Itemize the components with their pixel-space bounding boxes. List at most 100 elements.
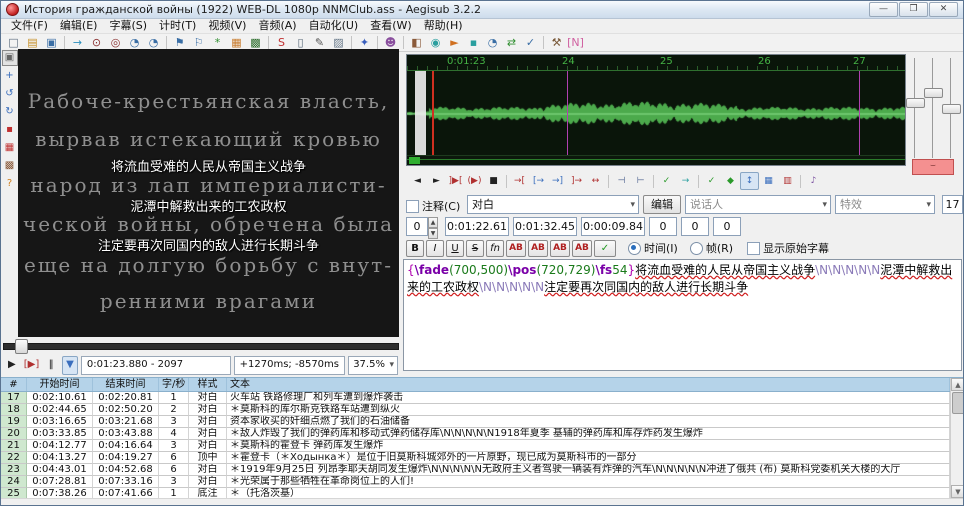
standard-mode-icon[interactable]: ▣ — [2, 50, 18, 66]
audio-display[interactable]: 0:01:2324252627 — [406, 54, 906, 166]
subtitle-text: 火车站 铁路修理厂和列车遭到爆炸袭击 — [227, 392, 950, 404]
scale-mode-icon[interactable]: ▪ — [2, 122, 18, 138]
table-row[interactable]: 180:02:44.650:02:50.202对白＊莫斯科的库尔斯克铁路车站遭到… — [1, 404, 950, 416]
scroll-up-arrow[interactable]: ▲ — [951, 378, 964, 391]
video-seek-handle[interactable] — [15, 339, 28, 354]
pause-button[interactable]: ‖ — [43, 356, 59, 375]
shift-end-fwd-icon[interactable]: ]→ — [567, 172, 586, 190]
comment-checkbox[interactable]: 注释(C) — [406, 198, 460, 214]
end-time-field[interactable]: 0:01:32.45 — [513, 217, 577, 236]
table-row[interactable]: 240:07:28.810:07:33.163对白＊光荣属于那些牺牲在革命岗位上… — [1, 476, 950, 488]
menu-e[interactable]: 编辑(E) — [54, 19, 104, 33]
rotate-z-icon[interactable]: ↺ — [2, 86, 18, 102]
grid-scrollbar[interactable]: ▲ ▼ — [950, 378, 964, 498]
close-button[interactable]: ✕ — [929, 2, 958, 17]
stop-icon[interactable]: ■ — [484, 172, 503, 190]
play-line-button[interactable]: [▶] — [23, 356, 41, 375]
go-to-selection-icon[interactable]: → — [676, 172, 695, 190]
table-row[interactable]: 230:04:43.010:04:52.686对白＊1919年9月25日 列昂季… — [1, 464, 950, 476]
subtitle-text-editor[interactable]: {\fade(700,500)\pos(720,729)\fs54}将流血受难的… — [403, 259, 962, 371]
selection-start-marker[interactable] — [432, 71, 434, 156]
margin-vertical-field[interactable]: 0 — [713, 217, 741, 236]
bold-button[interactable]: B — [406, 240, 424, 257]
commit-icon[interactable]: ✓ — [657, 172, 676, 190]
audio-waveform[interactable] — [407, 71, 905, 156]
menu-s[interactable]: 字幕(S) — [103, 19, 153, 33]
play-before-icon[interactable]: ◄ — [408, 172, 427, 190]
table-row[interactable]: 210:04:12.770:04:16.643对白＊莫斯科的霍登卡 弹药库发生爆… — [1, 440, 950, 452]
menu-a[interactable]: 音频(A) — [252, 19, 302, 33]
scroll-down-arrow[interactable]: ▼ — [951, 485, 964, 498]
auto-scroll-icon[interactable]: ↕ — [740, 172, 759, 190]
scroll-thumb[interactable] — [952, 392, 964, 414]
effect-select[interactable]: 特效 — [835, 195, 935, 214]
vector-clip-icon[interactable]: ▩ — [2, 158, 18, 174]
snap-to-scene-icon[interactable]: ↔ — [586, 172, 605, 190]
play-line-icon[interactable]: (▶) — [465, 172, 484, 190]
menu-w[interactable]: 查看(W) — [364, 19, 417, 33]
menu-t[interactable]: 计时(T) — [153, 19, 202, 33]
italic-button[interactable]: I — [426, 240, 444, 257]
commit-button[interactable]: ✓ — [594, 240, 616, 257]
video-controls: ▶ [▶] ‖ ▼ 0:01:23.880 - 2097 +1270ms; -8… — [1, 353, 401, 377]
minimize-button[interactable]: — — [869, 2, 898, 17]
auto-commit-icon[interactable]: ✓ — [702, 172, 721, 190]
lead-in-icon[interactable]: ⊣ — [612, 172, 631, 190]
vertical-zoom-slider[interactable] — [924, 88, 943, 98]
style-select[interactable]: 对白 — [467, 195, 639, 214]
start-time-field[interactable]: 0:01:22.61 — [445, 217, 509, 236]
shift-start-fwd-icon[interactable]: [→ — [529, 172, 548, 190]
rotate-xy-icon[interactable]: ↻ — [2, 104, 18, 120]
auto-seek-toggle[interactable]: ▼ — [62, 356, 78, 375]
shift-end-back-icon[interactable]: →] — [548, 172, 567, 190]
drag-mode-icon[interactable]: + — [2, 68, 18, 84]
margin-left-field[interactable]: 0 — [649, 217, 677, 236]
table-row[interactable]: 220:04:13.270:04:19.276顶中＊霍登卡（＊Ходынка＊）… — [1, 452, 950, 464]
header-style: 样式 — [189, 378, 227, 391]
waveform-toggle-icon[interactable]: ▥ — [778, 172, 797, 190]
shift-start-back-icon[interactable]: →[ — [510, 172, 529, 190]
show-original-checkbox[interactable]: 显示原始字幕 — [747, 240, 829, 256]
table-row[interactable]: 200:03:33.850:03:43.884对白＊敌人炸毁了我们的弹药库和移动… — [1, 428, 950, 440]
volume-slider[interactable] — [942, 104, 961, 114]
underline-button[interactable]: U — [446, 240, 464, 257]
karaoke-icon[interactable]: ♪ — [804, 172, 823, 190]
menu-h[interactable]: 帮助(H) — [418, 19, 469, 33]
menu-v[interactable]: 视频(V) — [202, 19, 252, 33]
video-display[interactable]: Рабоче-крестьянская власть,вырвав истека… — [18, 49, 399, 337]
play-button[interactable]: ▶ — [4, 356, 20, 375]
play-after-icon[interactable]: ► — [427, 172, 446, 190]
time-mode-radio[interactable]: 时间(I) — [628, 240, 678, 256]
auto-next-icon[interactable]: ◆ — [721, 172, 740, 190]
font-button[interactable]: fn — [486, 240, 504, 257]
strikeout-button[interactable]: S — [466, 240, 484, 257]
clip-mode-icon[interactable]: ▦ — [2, 140, 18, 156]
actor-select[interactable]: 说话人 — [685, 195, 831, 214]
play-selection-icon[interactable]: ]▶[ — [446, 172, 465, 190]
margin-right-field[interactable]: 0 — [681, 217, 709, 236]
menu-u[interactable]: 自动化(U) — [303, 19, 365, 33]
edit-style-button[interactable]: 编辑 — [643, 195, 681, 214]
audio-scrollbar[interactable] — [407, 155, 905, 165]
maximize-button[interactable]: ❐ — [899, 2, 928, 17]
table-row[interactable]: 170:02:10.610:02:20.811对白火车站 铁路修理厂和列车遭到爆… — [1, 392, 950, 404]
audio-position-marker[interactable] — [415, 71, 426, 156]
audio-scroll-thumb[interactable] — [409, 157, 420, 164]
secondary-color-button[interactable]: AB — [528, 240, 548, 257]
outline-color-button[interactable]: AB — [550, 240, 570, 257]
layer-field[interactable]: 0 — [406, 217, 428, 236]
spectrum-toggle-icon[interactable]: ▦ — [759, 172, 778, 190]
frame-mode-radio[interactable]: 帧(R) — [690, 240, 733, 256]
shadow-color-button[interactable]: AB — [572, 240, 592, 257]
lead-out-icon[interactable]: ⊢ — [631, 172, 650, 190]
help-icon[interactable]: ? — [2, 176, 18, 192]
menu-f[interactable]: 文件(F) — [5, 19, 54, 33]
layer-spinner[interactable]: ▲▼ — [428, 217, 438, 236]
video-seek-track[interactable] — [3, 343, 399, 350]
video-zoom-select[interactable]: 37.5% — [348, 356, 398, 375]
horizontal-zoom-slider[interactable] — [906, 98, 925, 108]
duration-field[interactable]: 0:00:09.84 — [581, 217, 645, 236]
table-row[interactable]: 190:03:16.650:03:21.683对白资本家收买的奸细点燃了我们的石… — [1, 416, 950, 428]
primary-color-button[interactable]: AB — [506, 240, 526, 257]
edit-row-flags: 注释(C) 对白 编辑 说话人 特效 17 — [401, 195, 964, 215]
